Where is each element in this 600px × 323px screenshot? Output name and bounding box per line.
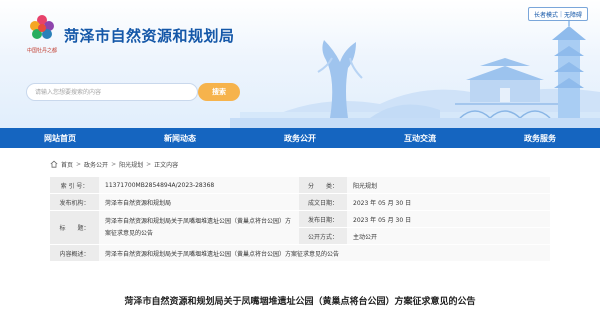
info-row-summary: 内容概述： 菏泽市自然资源和规划局关于凤嘴堌堆遗址公园（黄巢点将台公园）方案征求… xyxy=(50,245,550,262)
category-value: 阳光规划 xyxy=(347,177,550,194)
accessible-mode-link[interactable]: 无障碍 xyxy=(564,10,582,19)
published-date-value: 2023 年 05 月 30 日 xyxy=(347,211,550,228)
title-value: 菏泽市自然资源和规划局关于凤嘴堌堆遗址公园（黄巢点将台公园）方案征求意见的公告 xyxy=(99,211,299,245)
breadcrumb-current: 正文内容 xyxy=(154,161,179,169)
page: 中国牡丹之都 菏泽市自然资源和规划局 长者模式 | 无障碍 搜索 网站首页 新闻… xyxy=(0,0,600,323)
breadcrumb-home-link[interactable]: 首页 xyxy=(61,160,73,169)
breadcrumb: 首页 > 政务公开 > 阳光规划 > 正文内容 xyxy=(50,158,178,170)
site-header: 中国牡丹之都 菏泽市自然资源和规划局 长者模式 | 无障碍 搜索 xyxy=(0,0,600,128)
publisher-value: 菏泽市自然资源和规划局 xyxy=(99,194,299,211)
breadcrumb-sunshine-planning-link[interactable]: 阳光规划 xyxy=(119,160,143,169)
index-value: 11371700MB2854894A/2023-28368 xyxy=(99,177,299,194)
breadcrumb-separator: > xyxy=(111,160,117,168)
article-title: 菏泽市自然资源和规划局关于凤嘴堌堆遗址公园（黄巢点将台公园）方案征求意见的公告 xyxy=(124,297,476,307)
breadcrumb-separator: > xyxy=(146,160,152,168)
info-row-title-a: 标 题： 菏泽市自然资源和规划局关于凤嘴堌堆遗址公园（黄巢点将台公园）方案征求意… xyxy=(50,211,550,245)
created-date-label: 成文日期： xyxy=(299,194,347,211)
header-landscape-illustration xyxy=(230,14,600,128)
breadcrumb-separator: > xyxy=(76,160,82,168)
access-separator: | xyxy=(559,10,563,18)
info-row-publisher: 发布机构： 菏泽市自然资源和规划局 成文日期： 2023 年 05 月 30 日 xyxy=(50,194,550,211)
title-label: 标 题： xyxy=(50,211,99,245)
summary-label: 内容概述： xyxy=(50,245,99,262)
svg-text:中国牡丹之都: 中国牡丹之都 xyxy=(27,47,57,54)
public-mode-value: 主动公开 xyxy=(347,228,550,245)
nav-item-home[interactable]: 网站首页 xyxy=(0,128,120,148)
category-label: 分 类： xyxy=(299,177,347,194)
peony-logo-icon: 中国牡丹之都 xyxy=(27,15,57,54)
info-row-index: 索 引 号： 11371700MB2854894A/2023-28368 分 类… xyxy=(50,177,550,194)
nav-item-gov-info[interactable]: 政务公开 xyxy=(240,128,360,148)
created-date-value: 2023 年 05 月 30 日 xyxy=(347,194,550,211)
index-label: 索 引 号： xyxy=(50,177,99,194)
document-info-table: 索 引 号： 11371700MB2854894A/2023-28368 分 类… xyxy=(50,177,550,262)
published-date-label: 发布日期： xyxy=(299,211,347,228)
home-icon xyxy=(50,160,58,168)
search-input[interactable] xyxy=(27,84,197,100)
site-title: 菏泽市自然资源和规划局 xyxy=(64,27,235,45)
summary-value: 菏泽市自然资源和规划局关于凤嘴堌堆遗址公园（黄巢点将台公园）方案征求意见的公告 xyxy=(99,245,550,262)
public-mode-label: 公开方式： xyxy=(299,228,347,245)
accessibility-toggles: 长者模式 | 无障碍 xyxy=(528,7,588,21)
nav-item-news[interactable]: 新闻动态 xyxy=(120,128,240,148)
publisher-label: 发布机构： xyxy=(50,194,99,211)
nav-item-interaction[interactable]: 互动交流 xyxy=(360,128,480,148)
search-button[interactable]: 搜索 xyxy=(198,83,240,101)
elderly-mode-link[interactable]: 长者模式 xyxy=(534,10,558,19)
search-box xyxy=(26,83,198,101)
main-nav: 网站首页 新闻动态 政务公开 互动交流 政务服务 xyxy=(0,128,600,148)
breadcrumb-gov-info-link[interactable]: 政务公开 xyxy=(84,160,108,169)
nav-item-services[interactable]: 政务服务 xyxy=(480,128,600,148)
